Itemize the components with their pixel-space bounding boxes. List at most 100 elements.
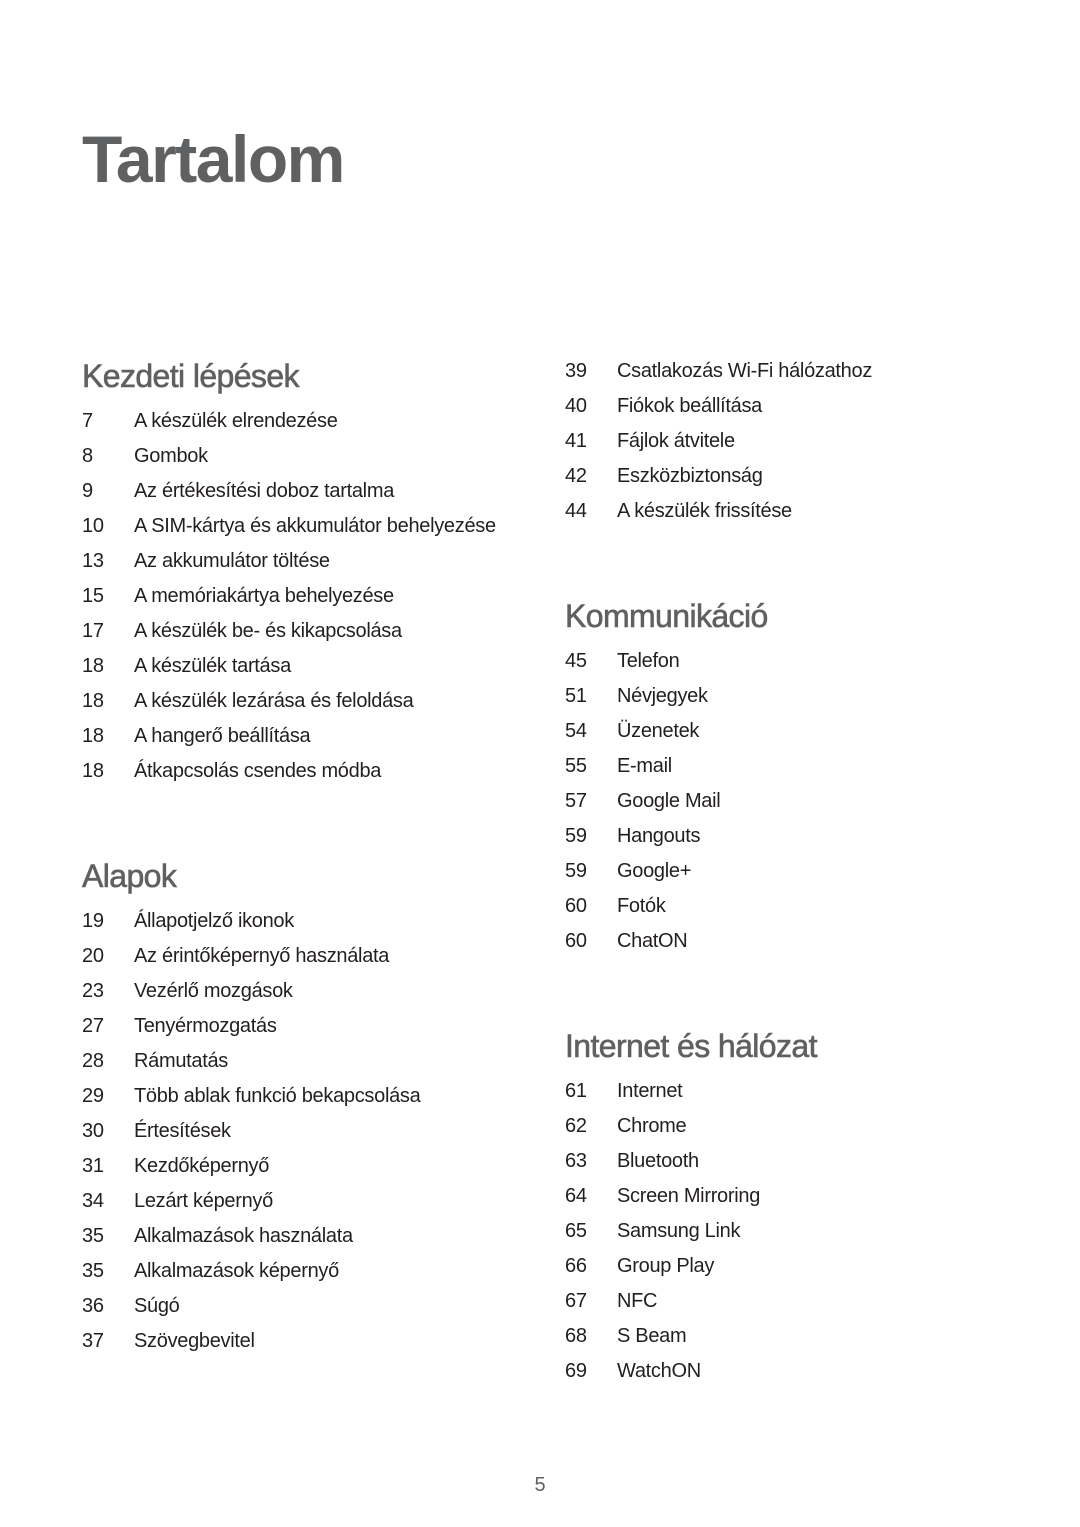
toc-entry-page: 19 <box>82 910 104 932</box>
toc-section-alapok-continued: 39 Csatlakozás Wi-Fi hálózathoz 40 Fiókok b… <box>565 354 1035 529</box>
toc-entry-label: Üzenetek <box>617 720 700 742</box>
toc-entry-label: Fájlok átvitele <box>617 430 735 452</box>
toc-entry[interactable]: 34 Lezárt képernyő <box>82 1184 552 1219</box>
toc-section-alapok: Alapok 19 Állapotjelző ikonok 20 Az érintők… <box>82 860 552 1359</box>
toc-entry[interactable]: 64 Screen Mirroring <box>565 1179 1035 1214</box>
toc-list: 19 Állapotjelző ikonok 20 Az érintőképernyő… <box>82 904 552 1359</box>
toc-entry[interactable]: 42 Eszközbiztonság <box>565 459 1035 494</box>
toc-entry-page: 31 <box>82 1155 104 1177</box>
toc-entry-page: 23 <box>82 980 104 1002</box>
toc-entry-page: 18 <box>82 690 104 712</box>
toc-entry-page: 51 <box>565 685 587 707</box>
toc-entry-label: Csatlakozás Wi-Fi hálózathoz <box>617 360 873 382</box>
toc-entry[interactable]: 35 Alkalmazások használata <box>82 1219 552 1254</box>
toc-entry[interactable]: 63 Bluetooth <box>565 1144 1035 1179</box>
toc-entry[interactable]: 62 Chrome <box>565 1109 1035 1144</box>
toc-entry[interactable]: 66 Group Play <box>565 1249 1035 1284</box>
toc-entry[interactable]: 36 Súgó <box>82 1289 552 1324</box>
toc-entry[interactable]: 55 E-mail <box>565 749 1035 784</box>
toc-entry-label: A készülék elrendezése <box>134 410 338 432</box>
toc-entry-page: 27 <box>82 1015 104 1037</box>
toc-entry[interactable]: 60 Fotók <box>565 889 1035 924</box>
toc-entry-label: Több ablak funkció bekapcsolása <box>134 1085 421 1107</box>
toc-entry-page: 15 <box>82 585 104 607</box>
toc-entry-page: 37 <box>82 1330 104 1352</box>
toc-entry-page: 40 <box>565 395 587 417</box>
toc-entry[interactable]: 18 A hangerő beállítása <box>82 719 552 754</box>
toc-entry[interactable]: 69 WatchON <box>565 1354 1035 1389</box>
toc-entry-label: Kezdőképernyő <box>134 1155 270 1177</box>
toc-entry[interactable]: 9 Az értékesítési doboz tartalma <box>82 474 552 509</box>
toc-entry[interactable]: 41 Fájlok átvitele <box>565 424 1035 459</box>
toc-entry[interactable]: 20 Az érintőképernyő használata <box>82 939 552 974</box>
toc-entry-page: 18 <box>82 655 104 677</box>
toc-entry[interactable]: 57 Google Mail <box>565 784 1035 819</box>
toc-entry[interactable]: 27 Tenyérmozgatás <box>82 1009 552 1044</box>
toc-entry[interactable]: 31 Kezdőképernyő <box>82 1149 552 1184</box>
toc-entry[interactable]: 29 Több ablak funkció bekapcsolása <box>82 1079 552 1114</box>
toc-entry[interactable]: 13 Az akkumulátor töltése <box>82 544 552 579</box>
toc-entry-page: 66 <box>565 1255 587 1277</box>
page-title: Tartalom <box>82 122 345 196</box>
toc-section-internet-es-halozat: Internet és hálózat 61 Internet 62 Chrome 63… <box>565 1030 1035 1389</box>
toc-entry-page: 69 <box>565 1360 587 1382</box>
toc-entry[interactable]: 15 A memóriakártya behelyezése <box>82 579 552 614</box>
toc-entry[interactable]: 28 Rámutatás <box>82 1044 552 1079</box>
section-heading: Internet és hálózat <box>565 1028 818 1064</box>
toc-entry-label: Értesítések <box>134 1120 231 1142</box>
toc-entry[interactable]: 18 Átkapcsolás csendes módba <box>82 754 552 789</box>
toc-entry[interactable]: 59 Google+ <box>565 854 1035 889</box>
toc-entry[interactable]: 19 Állapotjelző ikonok <box>82 904 552 939</box>
toc-entry-label: Group Play <box>617 1255 715 1277</box>
toc-entry-label: A készülék lezárása és feloldása <box>134 690 414 712</box>
toc-entry-page: 54 <box>565 720 587 742</box>
toc-entry[interactable]: 17 A készülék be- és kikapcsolása <box>82 614 552 649</box>
toc-entry[interactable]: 51 Névjegyek <box>565 679 1035 714</box>
toc-entry[interactable]: 45 Telefon <box>565 644 1035 679</box>
toc-entry-label: Samsung Link <box>617 1220 741 1242</box>
toc-entry[interactable]: 8 Gombok <box>82 439 552 474</box>
toc-entry[interactable]: 18 A készülék tartása <box>82 649 552 684</box>
toc-entry[interactable]: 10 A SIM-kártya és akkumulátor behelyezés… <box>82 509 552 544</box>
toc-entry-label: Fotók <box>617 895 666 917</box>
toc-entry[interactable]: 7 A készülék elrendezése <box>82 404 552 439</box>
toc-entry-label: Az értékesítési doboz tartalma <box>134 480 395 502</box>
toc-entry-page: 9 <box>82 480 93 502</box>
toc-entry-page: 20 <box>82 945 104 967</box>
toc-entry-label: Hangouts <box>617 825 701 847</box>
toc-entry[interactable]: 44 A készülék frissítése <box>565 494 1035 529</box>
toc-entry-label: Átkapcsolás csendes módba <box>134 760 382 782</box>
toc-entry[interactable]: 23 Vezérlő mozgások <box>82 974 552 1009</box>
toc-entry[interactable]: 35 Alkalmazások képernyő <box>82 1254 552 1289</box>
toc-entry[interactable]: 30 Értesítések <box>82 1114 552 1149</box>
toc-entry-label: A készülék frissítése <box>617 500 792 522</box>
toc-entry-label: Állapotjelző ikonok <box>134 910 294 932</box>
toc-entry[interactable]: 67 NFC <box>565 1284 1035 1319</box>
toc-entry-label: Súgó <box>134 1295 180 1317</box>
toc-entry[interactable]: 61 Internet <box>565 1074 1035 1109</box>
toc-entry-label: Alkalmazások használata <box>134 1225 353 1247</box>
toc-entry[interactable]: 40 Fiókok beállítása <box>565 389 1035 424</box>
toc-entry-label: Fiókok beállítása <box>617 395 762 417</box>
toc-entry-label: Bluetooth <box>617 1150 699 1172</box>
toc-entry[interactable]: 18 A készülék lezárása és feloldása <box>82 684 552 719</box>
toc-entry-label: Google+ <box>617 860 692 882</box>
toc-entry[interactable]: 37 Szövegbevitel <box>82 1324 552 1359</box>
toc-entry-page: 39 <box>565 360 587 382</box>
toc-entry-label: A készülék be- és kikapcsolása <box>134 620 402 642</box>
toc-entry-label: Telefon <box>617 650 680 672</box>
toc-entry-label: Gombok <box>134 445 208 467</box>
toc-entry[interactable]: 65 Samsung Link <box>565 1214 1035 1249</box>
toc-entry-page: 67 <box>565 1290 587 1312</box>
toc-entry-page: 64 <box>565 1185 587 1207</box>
toc-entry[interactable]: 60 ChatON <box>565 924 1035 959</box>
toc-entry-label: Vezérlő mozgások <box>134 980 293 1002</box>
toc-entry-label: Eszközbiztonság <box>617 465 763 487</box>
toc-entry[interactable]: 54 Üzenetek <box>565 714 1035 749</box>
toc-entry[interactable]: 39 Csatlakozás Wi-Fi hálózathoz <box>565 354 1035 389</box>
toc-entry-page: 59 <box>565 860 587 882</box>
toc-entry[interactable]: 68 S Beam <box>565 1319 1035 1354</box>
toc-entry-page: 45 <box>565 650 587 672</box>
toc-entry-page: 36 <box>82 1295 104 1317</box>
toc-entry[interactable]: 59 Hangouts <box>565 819 1035 854</box>
